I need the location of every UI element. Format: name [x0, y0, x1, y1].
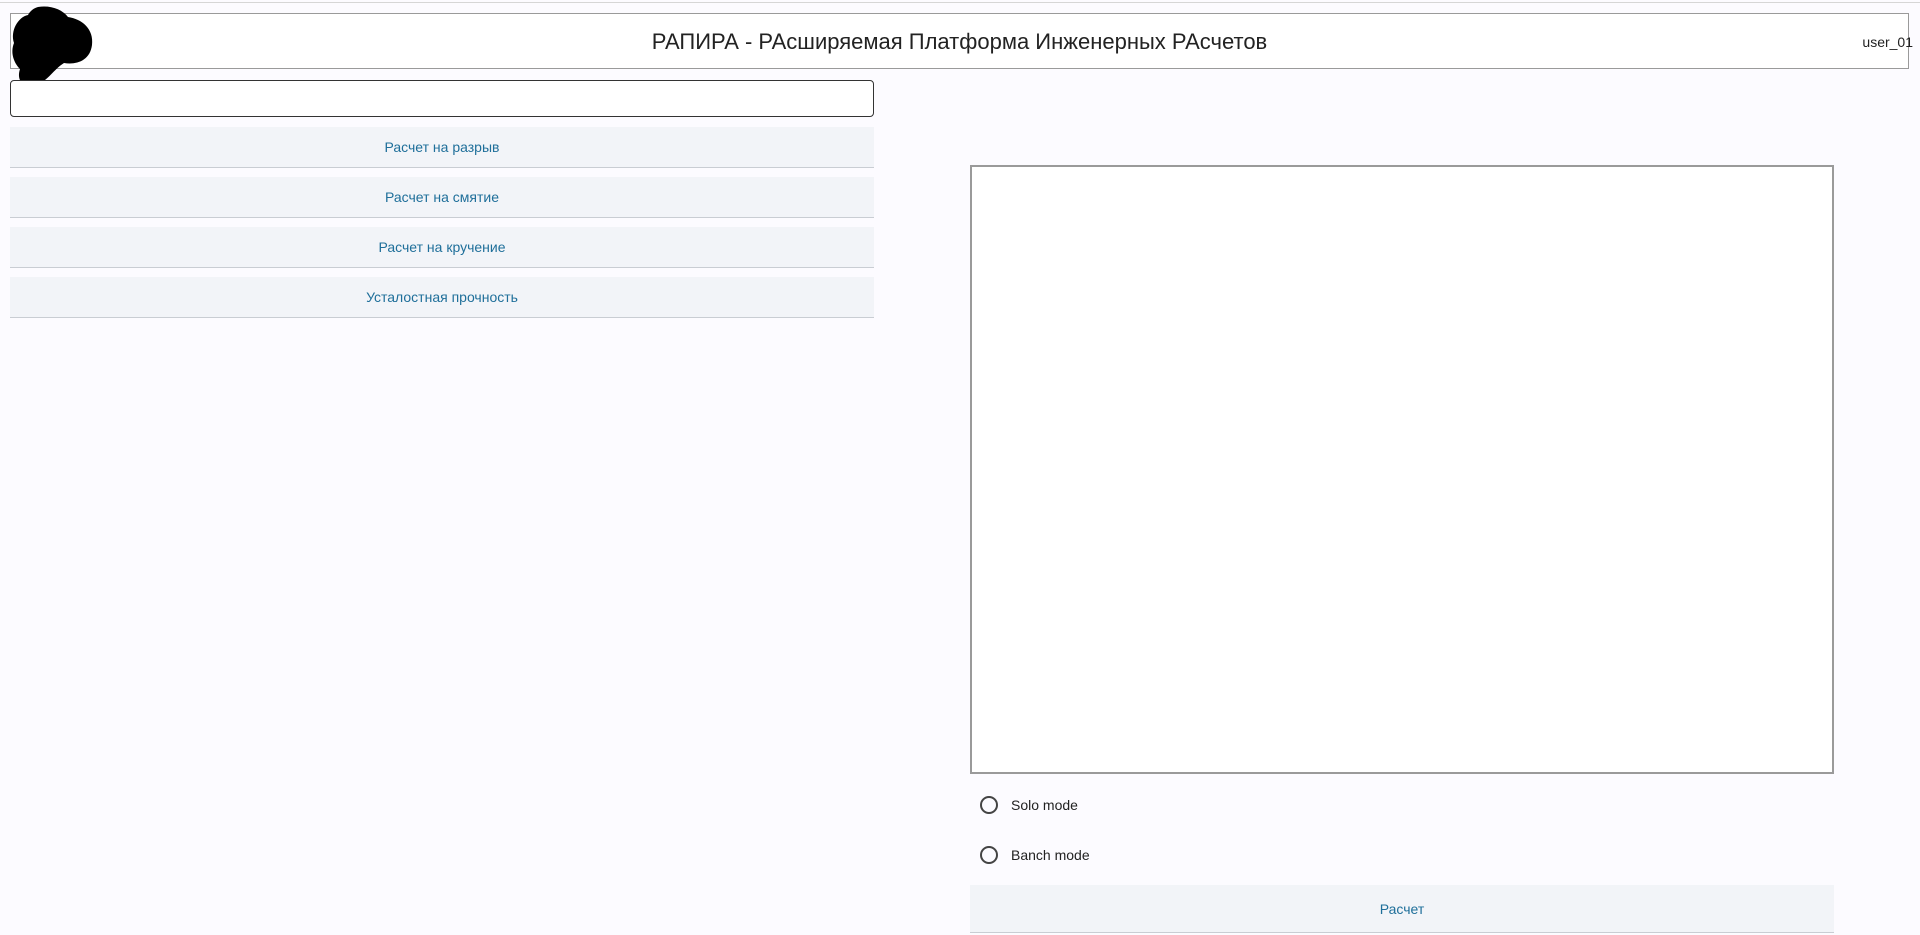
banch-mode-label: Banch mode — [1011, 847, 1090, 863]
banch-mode-radio[interactable]: Banch mode — [980, 845, 1090, 865]
search-input[interactable] — [10, 80, 874, 117]
top-divider — [0, 2, 1920, 3]
calculate-button[interactable]: Расчет — [970, 885, 1834, 933]
solo-mode-label: Solo mode — [1011, 797, 1078, 813]
menu-item-tension[interactable]: Расчет на разрыв — [10, 127, 874, 168]
solo-mode-radio[interactable]: Solo mode — [980, 795, 1078, 815]
app-header: РАПИРА - РАсширяемая Платформа Инженерны… — [10, 13, 1913, 69]
calculate-button-label: Расчет — [1379, 900, 1425, 917]
menu-item-torsion[interactable]: Расчет на кручение — [10, 227, 874, 268]
radio-circle-icon[interactable] — [980, 846, 998, 864]
preview-panel — [970, 165, 1834, 774]
user-name[interactable]: user_01 — [1862, 34, 1913, 50]
menu-item-label: Усталостная прочность — [366, 289, 518, 305]
calculation-menu: Расчет на разрыв Расчет на смятие Расчет… — [10, 127, 874, 327]
menu-item-label: Расчет на смятие — [384, 189, 500, 205]
page-title: РАПИРА - РАсширяемая Платформа Инженерны… — [651, 29, 1268, 54]
menu-item-label: Расчет на разрыв — [384, 139, 500, 155]
menu-item-fatigue[interactable]: Усталостная прочность — [10, 277, 874, 318]
logo-blob-icon — [12, 6, 93, 87]
menu-item-label: Расчет на кручение — [378, 239, 506, 255]
menu-item-bearing[interactable]: Расчет на смятие — [10, 177, 874, 218]
radio-circle-icon[interactable] — [980, 796, 998, 814]
